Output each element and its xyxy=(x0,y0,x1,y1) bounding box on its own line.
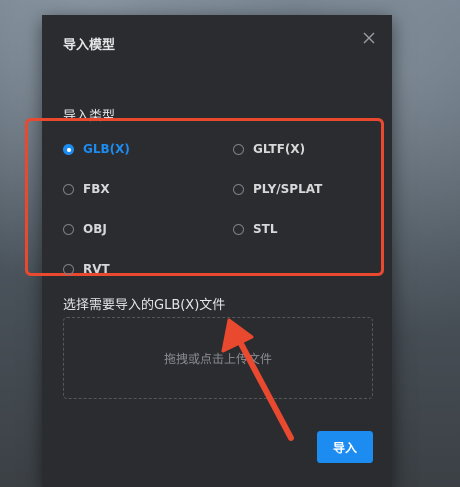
radio-ply-splat[interactable]: PLY/SPLAT xyxy=(233,182,322,196)
radio-obj[interactable]: OBJ xyxy=(63,222,107,236)
upload-dropzone[interactable]: 拖拽或点击上传文件 xyxy=(63,317,373,399)
radio-indicator xyxy=(63,143,74,155)
radio-indicator xyxy=(233,223,244,235)
import-model-dialog: 导入模型 导入类型 GLB(X) GLTF(X) FBX PLY/SPLAT O… xyxy=(25,15,392,487)
radio-stl[interactable]: STL xyxy=(233,222,277,236)
dialog-title: 导入模型 xyxy=(63,38,116,53)
radio-label: FBX xyxy=(83,182,110,196)
import-type-label: 导入类型 xyxy=(63,109,116,124)
radio-fbx[interactable]: FBX xyxy=(63,182,110,196)
file-select-label: 选择需要导入的GLB(X)文件 xyxy=(63,298,226,313)
dropzone-text: 拖拽或点击上传文件 xyxy=(163,351,272,366)
radio-label: PLY/SPLAT xyxy=(253,182,323,196)
radio-label: OBJ xyxy=(83,222,107,236)
radio-indicator xyxy=(233,183,244,195)
radio-label: GLB(X) xyxy=(83,142,130,156)
radio-indicator xyxy=(63,183,74,195)
radio-indicator xyxy=(63,223,74,235)
radio-label: RVT xyxy=(83,262,110,276)
radio-label: GLTF(X) xyxy=(253,142,306,156)
close-icon[interactable] xyxy=(362,31,376,45)
radio-label: STL xyxy=(253,222,278,236)
radio-glbx[interactable]: GLB(X) xyxy=(63,142,130,156)
radio-indicator xyxy=(233,143,244,155)
radio-indicator xyxy=(63,263,74,275)
import-type-radio-group: GLB(X) GLTF(X) FBX PLY/SPLAT OBJ STL RVT xyxy=(25,118,392,285)
import-button[interactable]: 导入 xyxy=(317,431,373,463)
radio-rvt[interactable]: RVT xyxy=(63,262,110,276)
radio-gltfx[interactable]: GLTF(X) xyxy=(233,142,305,156)
